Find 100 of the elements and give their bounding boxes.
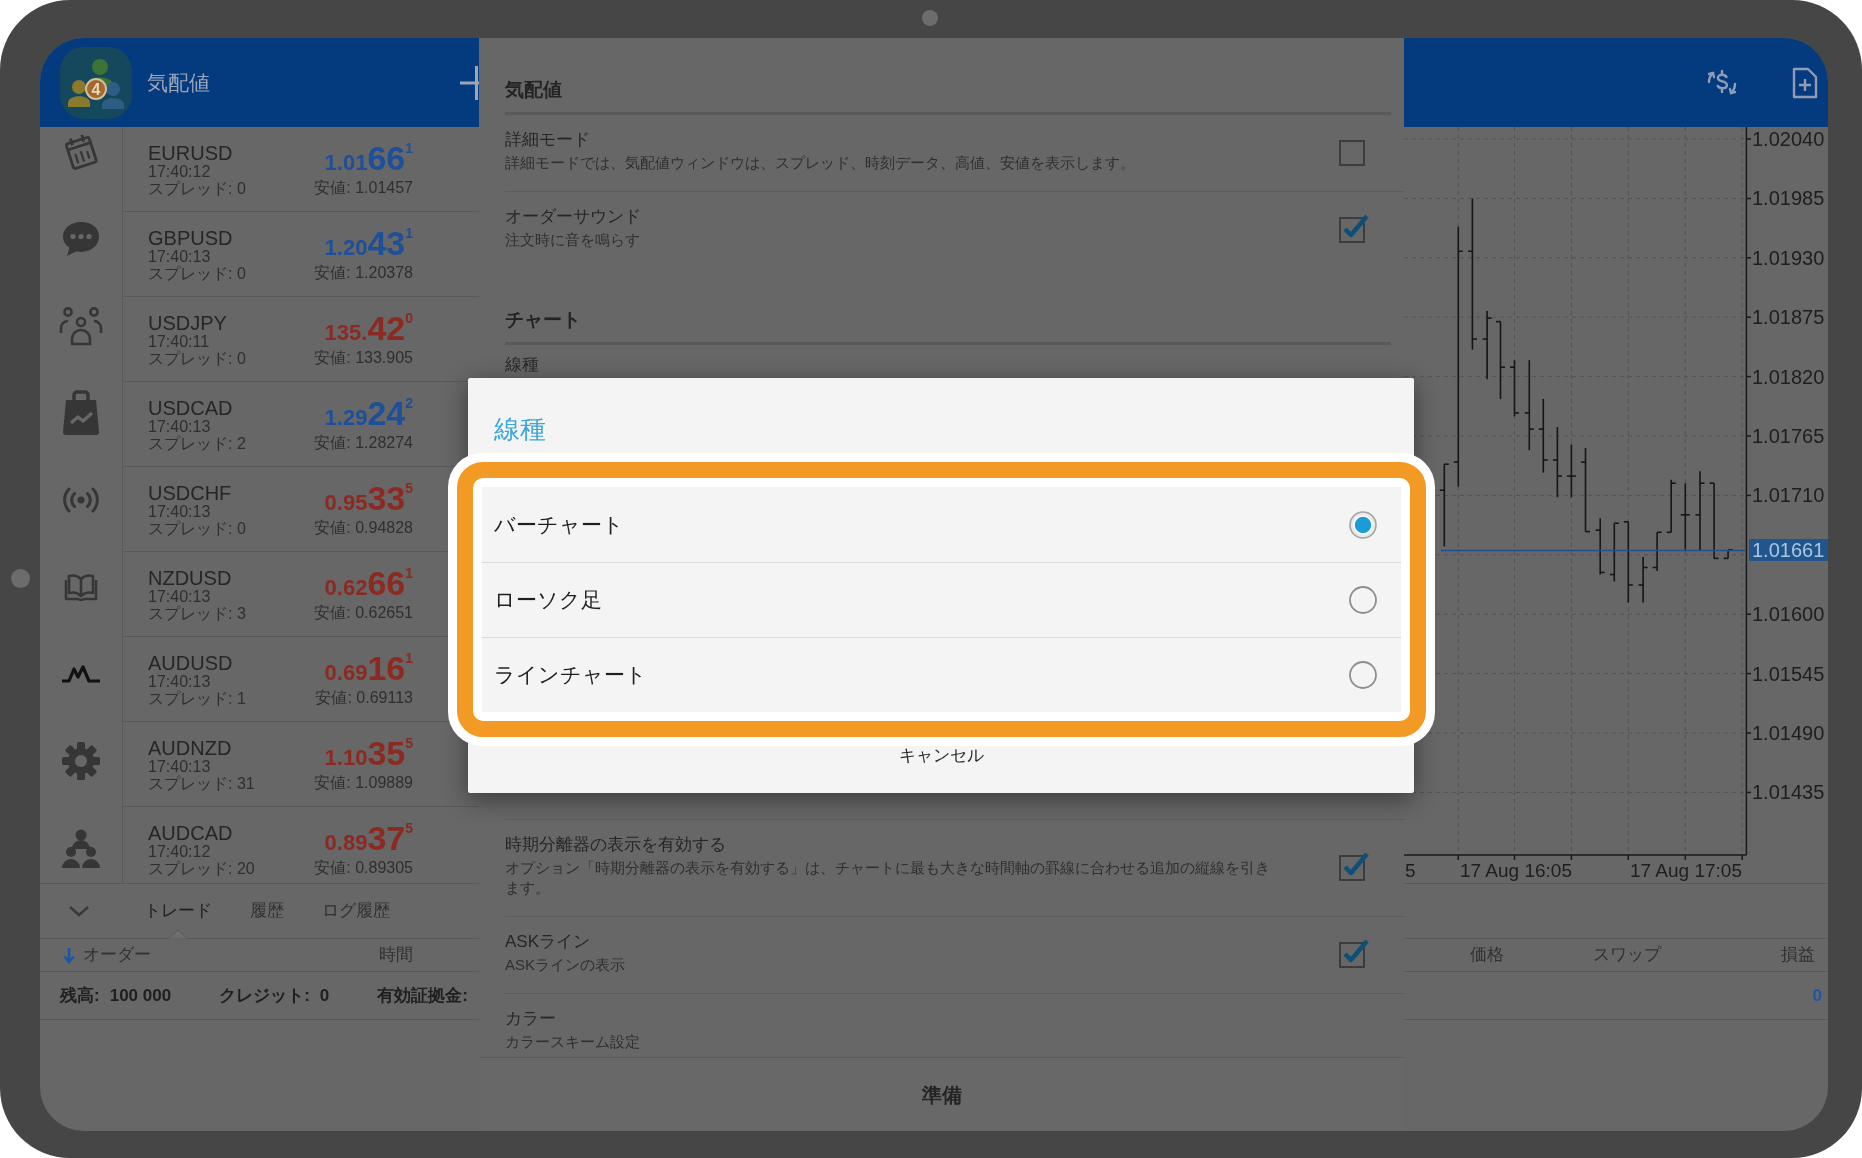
price-bar — [1481, 310, 1493, 380]
symbol-name: AUDNZD — [148, 738, 232, 758]
book-icon[interactable] — [64, 573, 98, 601]
symbol-name: NZDUSD — [148, 568, 232, 588]
people-group-icon[interactable] — [61, 828, 101, 868]
symbol-name: AUDCAD — [148, 823, 233, 843]
spread-text: スプレッド: 3 — [148, 605, 246, 622]
symbol-name: USDJPY — [148, 313, 227, 333]
radio-icon[interactable] — [1349, 661, 1377, 689]
radio-option[interactable]: ラインチャート — [482, 637, 1401, 712]
settings-icon[interactable] — [61, 741, 101, 781]
setting-title: ASKライン — [505, 932, 591, 952]
price-bar — [1722, 549, 1734, 560]
price-bar — [1552, 426, 1563, 498]
balance-label: 残高: — [60, 984, 100, 1007]
radio-icon[interactable] — [1349, 510, 1377, 539]
radio-option[interactable]: バーチャート — [482, 487, 1401, 562]
quote-time: 17:40:13 — [148, 418, 211, 435]
spread-text: スプレッド: 1 — [148, 690, 246, 707]
dialog-title: 線種 — [494, 413, 546, 445]
quote-time: 17:40:12 — [148, 163, 211, 180]
balance-value: 0 — [319, 984, 330, 1007]
price-label: 1.01600 — [1752, 603, 1825, 626]
price-bar — [1594, 517, 1606, 576]
price-bar — [1651, 531, 1663, 572]
balance-label: クレジット: — [219, 984, 310, 1007]
price-bar — [1566, 443, 1577, 498]
time-label: 5 — [1405, 859, 1416, 881]
low-price: 安値: 133.905 — [314, 349, 413, 366]
balance-label: 有効証拠金: — [377, 984, 468, 1007]
price-label: 1.01765 — [1752, 425, 1825, 447]
broadcast-icon[interactable] — [63, 487, 99, 513]
spread-text: スプレッド: 0 — [148, 265, 246, 282]
low-price: 安値: 0.89305 — [314, 859, 413, 876]
price-label: 1.01820 — [1752, 365, 1825, 388]
price-label: 1.01545 — [1752, 662, 1825, 685]
price-label: 1.02040 — [1752, 128, 1825, 150]
tab[interactable]: 履歴 — [231, 884, 303, 938]
quote-time: 17:40:13 — [148, 248, 211, 265]
spread-text: スプレッド: 20 — [148, 860, 255, 877]
spread-text: スプレッド: 0 — [148, 520, 246, 537]
price-bar — [1637, 556, 1649, 604]
radio-option[interactable]: ローソク足 — [482, 562, 1401, 637]
price-label: 1.01875 — [1752, 306, 1825, 329]
price-label: 1.01435 — [1752, 781, 1825, 804]
price-label: 1.01710 — [1752, 484, 1825, 507]
panel-title: 気配値 — [147, 69, 210, 96]
spread-text: スプレッド: 2 — [148, 435, 246, 452]
quote-time: 17:40:13 — [148, 758, 211, 775]
price-bar — [1609, 522, 1620, 583]
checkbox[interactable] — [1339, 938, 1369, 968]
low-price: 安値: 0.69113 — [315, 689, 413, 706]
app-logo: 4 — [60, 46, 132, 119]
setting-title: 詳細モード — [505, 130, 590, 150]
setting-title: 時期分離器の表示を有効する — [505, 835, 726, 855]
price-bar — [1509, 359, 1520, 418]
quote-time: 17:40:12 — [148, 843, 211, 860]
low-price: 安値: 1.09889 — [314, 774, 413, 791]
price-label: 1.01930 — [1752, 246, 1825, 269]
symbol-name: USDCAD — [148, 398, 233, 418]
low-price: 安値: 0.62651 — [314, 604, 413, 621]
people-icon[interactable] — [59, 306, 103, 346]
quote-time: 17:40:11 — [148, 333, 210, 350]
current-price-label: 1.01661 — [1749, 539, 1828, 561]
setting-title: オーダーサウンド — [505, 207, 641, 227]
time-label: 17 Aug 16:05 — [1460, 859, 1572, 881]
radio-icon[interactable] — [1349, 586, 1377, 614]
symbol-name: EURUSD — [148, 143, 233, 163]
symbol-name: AUDUSD — [148, 653, 233, 673]
document-plus-icon[interactable] — [1791, 65, 1819, 100]
low-price: 安値: 1.20378 — [314, 264, 413, 281]
checkbox[interactable] — [1339, 213, 1369, 243]
price-bar — [1680, 482, 1691, 551]
cancel-button[interactable]: キャンセル — [898, 746, 984, 766]
checkbox[interactable] — [1339, 140, 1365, 166]
low-price: 安値: 1.28274 — [314, 434, 413, 451]
low-price: 安値: 1.01457 — [314, 179, 413, 196]
shopping-bag-icon[interactable] — [61, 389, 101, 437]
setting-title: カラー — [505, 1009, 556, 1029]
price-bar — [1665, 478, 1677, 534]
plus-icon[interactable] — [460, 65, 479, 100]
line-chart-icon[interactable] — [61, 665, 101, 683]
checkbox[interactable] — [1339, 851, 1369, 881]
price-label: 1.01490 — [1752, 722, 1825, 744]
setting-description: ASKラインの表示 — [505, 955, 625, 975]
balance-value: 100 000 — [109, 984, 172, 1007]
arrow-down-icon[interactable] — [63, 946, 75, 964]
quote-time: 17:40:13 — [148, 503, 211, 520]
low-price: 安値: 0.94828 — [314, 519, 413, 536]
setting-title: 線種 — [505, 355, 539, 375]
symbol-name: USDCHF — [148, 483, 232, 503]
section-heading: 気配値 — [505, 78, 562, 102]
symbol-name: GBPUSD — [148, 228, 233, 248]
profit-value: 0 — [1812, 984, 1822, 1007]
price-label: 1.01985 — [1752, 187, 1825, 210]
chevron-down-icon[interactable] — [68, 905, 90, 917]
spread-text: スプレッド: 31 — [148, 775, 255, 792]
chat-bubble-icon[interactable] — [61, 220, 101, 258]
tab[interactable]: トレード — [125, 884, 231, 938]
spread-text: スプレッド: 0 — [148, 180, 246, 197]
